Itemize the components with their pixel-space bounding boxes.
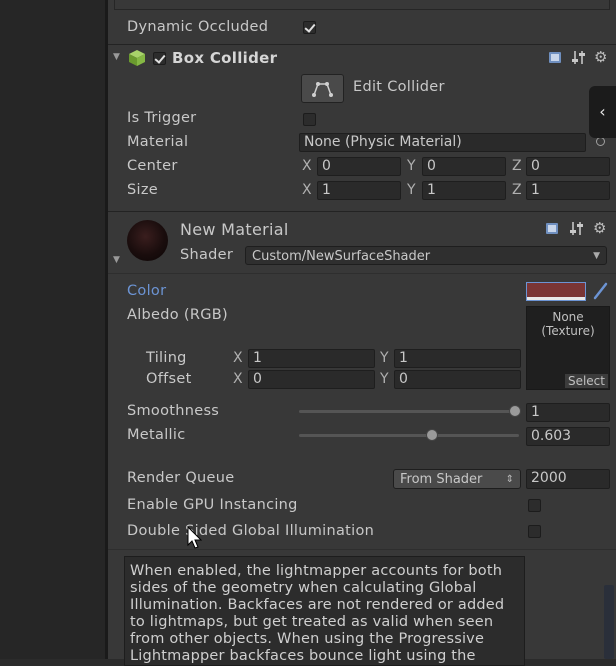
offset-y-axis-label: Y [380, 371, 389, 387]
tooltip-help-box: When enabled, the lightmapper accounts f… [124, 556, 525, 666]
material-foldout-arrow-icon[interactable]: ▼ [113, 255, 120, 265]
box-collider-enabled-checkbox[interactable] [153, 52, 166, 65]
offset-x-field[interactable]: 0 [248, 370, 375, 389]
separator [108, 211, 616, 212]
center-x-axis-label: X [302, 158, 312, 174]
smoothness-label: Smoothness [127, 403, 220, 419]
material-name: New Material [180, 220, 289, 239]
alpha-bar [527, 297, 585, 300]
scrollbar-thumb[interactable] [604, 585, 614, 659]
material-settings-gear-icon[interactable]: ⚙ [593, 219, 606, 237]
smoothness-slider-track[interactable] [299, 410, 519, 413]
color-swatch[interactable] [526, 282, 586, 301]
chevron-left-icon: ‹ [599, 102, 606, 121]
metallic-label: Metallic [127, 427, 186, 443]
separator [108, 273, 616, 274]
double-sided-gi-label: Double Sided Global Illumination [127, 523, 375, 539]
is-trigger-checkbox[interactable] [303, 113, 316, 126]
edit-collider-button[interactable] [301, 74, 344, 103]
dynamic-occluded-label: Dynamic Occluded [127, 19, 269, 35]
gpu-instancing-checkbox[interactable] [528, 499, 541, 512]
render-queue-dropdown[interactable]: From Shader ⇕ [393, 469, 521, 489]
tiling-x-field[interactable]: 1 [248, 349, 375, 368]
size-label: Size [127, 182, 158, 198]
size-z-field[interactable]: 1 [526, 181, 610, 200]
render-queue-value-field[interactable]: 2000 [526, 469, 610, 489]
double-sided-gi-checkbox[interactable] [528, 525, 541, 538]
tiling-label: Tiling [146, 350, 187, 366]
separator [108, 44, 616, 45]
side-panel-tab[interactable]: ‹ [589, 86, 616, 138]
material-preset-sliders-icon[interactable] [569, 221, 584, 236]
edit-collider-label: Edit Collider [353, 79, 445, 95]
mouse-cursor-icon [187, 525, 203, 550]
center-z-axis-label: Z [512, 158, 522, 174]
object-picker-icon[interactable] [596, 137, 605, 146]
center-y-field[interactable]: 0 [422, 157, 506, 176]
material-help-book-icon[interactable] [545, 221, 560, 236]
albedo-label: Albedo (RGB) [127, 307, 228, 323]
material-label: Material [127, 134, 189, 150]
metallic-slider-handle[interactable] [425, 429, 438, 441]
size-z-axis-label: Z [512, 182, 522, 198]
center-z-field[interactable]: 0 [526, 157, 610, 176]
component-settings-gear-icon[interactable]: ⚙ [594, 48, 607, 66]
center-y-axis-label: Y [407, 158, 416, 174]
tiling-y-axis-label: Y [380, 350, 389, 366]
edit-collider-icon [312, 82, 333, 97]
box-collider-icon [128, 49, 146, 67]
dynamic-occluded-checkbox[interactable] [303, 21, 316, 34]
center-label: Center [127, 158, 178, 174]
dropdown-arrow-icon: ▼ [593, 251, 600, 261]
color-label: Color [127, 283, 167, 299]
eyedropper-icon[interactable] [592, 279, 610, 301]
center-x-field[interactable]: 0 [317, 157, 401, 176]
texture-slot[interactable]: None (Texture) Select [526, 306, 610, 390]
smoothness-value-field[interactable]: 1 [526, 403, 610, 422]
shader-label: Shader [180, 247, 234, 263]
foldout-arrow-icon[interactable]: ▼ [113, 52, 120, 62]
separator [108, 549, 616, 550]
size-y-field[interactable]: 1 [422, 181, 506, 200]
size-x-axis-label: X [302, 182, 312, 198]
is-trigger-label: Is Trigger [127, 110, 197, 126]
texture-none-text: None [552, 310, 584, 324]
shader-dropdown[interactable]: Custom/NewSurfaceShader ▼ [245, 246, 607, 265]
box-collider-title: Box Collider [172, 49, 278, 67]
previous-field-frame [114, 0, 610, 10]
updown-arrow-icon: ⇕ [505, 474, 514, 485]
offset-y-field[interactable]: 0 [394, 370, 521, 389]
size-x-field[interactable]: 1 [317, 181, 401, 200]
metallic-value-field[interactable]: 0.603 [526, 427, 610, 446]
render-queue-mode: From Shader [400, 472, 483, 487]
physic-material-field[interactable]: None (Physic Material) [299, 133, 586, 152]
preset-sliders-icon[interactable] [571, 50, 586, 65]
shader-value: Custom/NewSurfaceShader [252, 249, 431, 264]
hierarchy-pane [0, 0, 105, 659]
tiling-y-field[interactable]: 1 [394, 349, 521, 368]
material-preview-sphere [127, 220, 168, 261]
offset-label: Offset [146, 371, 192, 387]
smoothness-slider-handle[interactable] [509, 405, 521, 417]
render-queue-label: Render Queue [127, 470, 235, 486]
gpu-instancing-label: Enable GPU Instancing [127, 497, 298, 513]
metallic-slider-track[interactable] [299, 434, 519, 437]
texture-select-button[interactable]: Select [564, 374, 608, 388]
help-book-icon[interactable] [548, 50, 563, 65]
offset-x-axis-label: X [233, 371, 243, 387]
tiling-x-axis-label: X [233, 350, 243, 366]
inspector-panel: Dynamic Occluded ▼ Box Collider ⚙ Edit C… [108, 0, 616, 666]
size-y-axis-label: Y [407, 182, 416, 198]
texture-type-text: (Texture) [541, 324, 595, 338]
